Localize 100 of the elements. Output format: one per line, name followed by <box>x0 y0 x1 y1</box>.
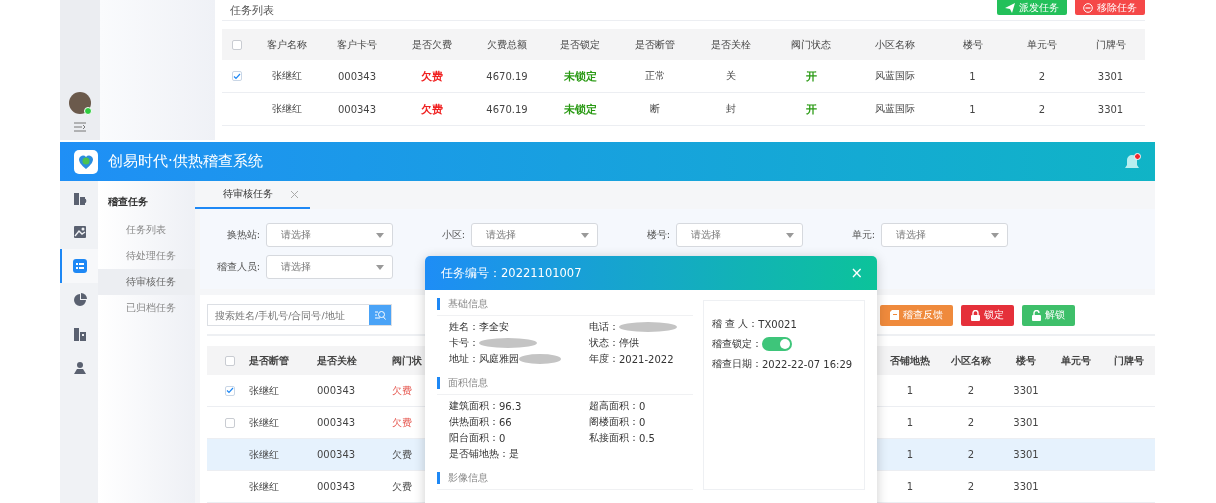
table-cell-text: 2 <box>966 448 976 462</box>
table-cell-text: 3301 <box>1012 416 1040 430</box>
table-cell-text: 2 <box>966 480 976 494</box>
column-header: 楼号 <box>961 37 984 52</box>
table-cell-text: 张继红 <box>249 479 280 494</box>
menu-heading: 稽查任务 <box>107 195 149 209</box>
column-header: 单元号 <box>1060 353 1092 368</box>
table-cell-text: 1 <box>905 448 915 462</box>
table-cell-text: 000343 <box>317 480 357 494</box>
table-cell: 欠费 <box>421 103 443 115</box>
field-label: 单元: <box>850 228 875 242</box>
field-label: 阁楼面积： <box>589 415 639 429</box>
field-label: 供热面积： <box>449 415 499 429</box>
field-label: 姓名： <box>449 320 479 334</box>
field-label: 卡号： <box>449 336 479 350</box>
field-label: 楼号: <box>645 228 670 242</box>
field-value: 2021-2022 <box>619 353 674 365</box>
table-cell-text: 风蓝国际 <box>873 102 916 116</box>
field-value: 停供 <box>619 336 639 350</box>
table-cell-text: 4670.19 <box>485 102 529 117</box>
section-title: 影像信息 <box>448 471 488 485</box>
column-header: 是否欠费 <box>411 37 453 52</box>
table-cell-text: 关 <box>725 69 737 83</box>
column-header: 欠费总额 <box>486 37 528 52</box>
field-value: 2022-22-07 16:29 <box>762 358 853 370</box>
field-value: TX0021 <box>758 318 797 330</box>
table-cell-text: 000343 <box>317 416 357 430</box>
field-label: 小区: <box>440 228 465 242</box>
table-cell-text: 1 <box>968 69 977 84</box>
table-cell-text: 欠费 <box>392 383 413 398</box>
column-header: 阀门状态 <box>790 37 832 52</box>
field-label: 电话： <box>589 320 619 334</box>
table-cell-text: 风蓝国际 <box>873 69 916 83</box>
field-value: 0 <box>639 416 646 428</box>
table-cell: 未锁定 <box>563 70 597 82</box>
dialog-title: 任务编号：20221101007 <box>441 265 582 281</box>
table-cell-text: 2 <box>966 384 976 398</box>
table-cell-text: 张继红 <box>249 447 280 462</box>
table-cell-text: 张继红 <box>249 415 280 430</box>
field-value: 66 <box>499 416 512 428</box>
field-label: 状态： <box>589 336 619 350</box>
panel-title: 任务列表 <box>230 2 274 18</box>
field-label: 阳台面积： <box>449 431 499 445</box>
column-header: 否铺地热 <box>889 353 931 368</box>
field-label: 稽查人员: <box>215 260 260 274</box>
table-cell-text: 正常 <box>643 69 666 83</box>
table-cell-text: 1 <box>905 480 915 494</box>
table-cell-text: 3301 <box>1012 480 1040 494</box>
column-header: 是否关栓 <box>710 37 752 52</box>
table-cell: 开 <box>805 70 817 82</box>
app-title: 创易时代·供热稽查系统 <box>108 152 264 171</box>
table-cell-text: 断 <box>648 102 661 116</box>
column-header: 门牌号 <box>1094 37 1127 52</box>
table-cell: 未锁定 <box>563 103 597 115</box>
column-header: 小区名称 <box>950 353 992 368</box>
field-label: 稽查日期： <box>712 357 762 371</box>
field-label: 稽查锁定： <box>712 337 762 351</box>
section-title: 面积信息 <box>448 376 488 390</box>
table-cell-text: 4670.19 <box>485 69 529 84</box>
table-cell-text: 3301 <box>1096 102 1125 117</box>
table-cell: 开 <box>805 103 817 115</box>
table-cell-text: 000343 <box>336 102 378 117</box>
table-cell-text: 欠费 <box>392 479 413 494</box>
table-cell-text: 2 <box>1037 102 1047 117</box>
column-header: 门牌号 <box>1112 353 1145 368</box>
table-cell-text: 3301 <box>1012 384 1040 398</box>
field-value: 是 <box>509 447 519 461</box>
table-cell-text: 2 <box>1037 69 1047 84</box>
table-cell-text: 张继红 <box>249 383 280 398</box>
table-cell-text: 封 <box>725 102 737 116</box>
table-cell-text: 欠费 <box>392 447 413 462</box>
table-cell-text: 000343 <box>336 69 378 84</box>
field-label: 稽 查 人： <box>712 317 759 331</box>
table-cell-text: 000343 <box>317 448 357 462</box>
field-label: 私接面积： <box>589 431 639 445</box>
column-header: 是否断管 <box>249 353 290 368</box>
field-value: 0.5 <box>639 432 655 444</box>
table-cell-text: 1 <box>968 102 977 117</box>
field-value: 风庭雅园 <box>479 352 519 366</box>
column-header: 单元号 <box>1026 37 1058 52</box>
table-cell-text: 3301 <box>1012 448 1040 462</box>
table-cell-text: 欠费 <box>392 415 413 430</box>
column-header: 楼号 <box>1015 353 1037 368</box>
field-value: 96.3 <box>499 400 522 412</box>
field-value: 0 <box>499 432 506 444</box>
field-value: 0 <box>639 400 646 412</box>
table-cell-text: 000343 <box>317 384 357 398</box>
table-cell: 欠费 <box>421 70 443 82</box>
section-title: 基础信息 <box>448 297 488 311</box>
column-header: 是否锁定 <box>559 37 601 52</box>
table-cell-text: 1 <box>905 384 915 398</box>
field-value: 李全安 <box>479 320 509 334</box>
table-cell-text: 张继红 <box>270 69 303 83</box>
table-cell-text: 3301 <box>1096 69 1125 84</box>
table-cell-text: 2 <box>966 416 976 430</box>
table-cell-text: 张继红 <box>270 102 303 116</box>
column-header: 是否断管 <box>633 37 676 52</box>
field-label: 换热站: <box>225 228 260 242</box>
column-header: 小区名称 <box>873 37 916 52</box>
column-header: 阀门状 <box>392 353 423 368</box>
